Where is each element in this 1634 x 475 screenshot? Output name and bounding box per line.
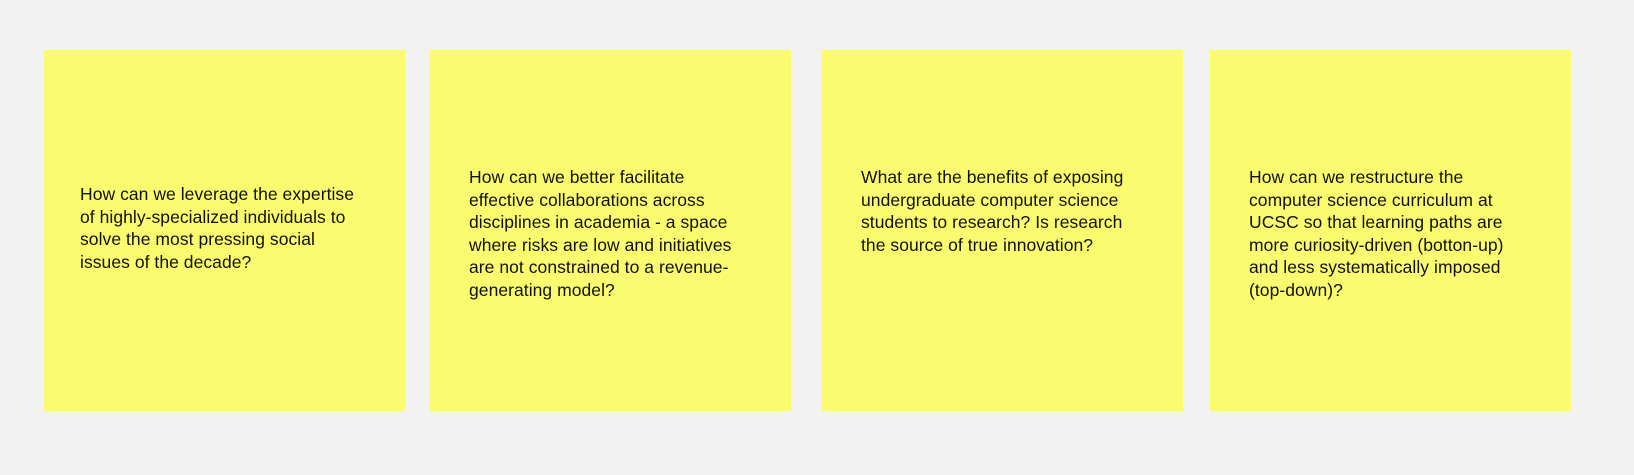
sticky-note[interactable]: How can we better facilitate effective c… <box>430 50 791 411</box>
sticky-note-text: How can we leverage the expertise of hig… <box>80 184 355 272</box>
sticky-note-text: What are the benefits of exposing underg… <box>861 167 1124 255</box>
sticky-note[interactable]: How can we leverage the expertise of hig… <box>44 50 405 411</box>
sticky-note[interactable]: How can we restructure the computer scie… <box>1210 50 1571 411</box>
sticky-note[interactable]: What are the benefits of exposing underg… <box>822 50 1183 411</box>
sticky-note-text: How can we better facilitate effective c… <box>469 167 732 300</box>
sticky-note-text: How can we restructure the computer scie… <box>1249 167 1504 300</box>
sticky-note-board: How can we leverage the expertise of hig… <box>0 0 1634 475</box>
